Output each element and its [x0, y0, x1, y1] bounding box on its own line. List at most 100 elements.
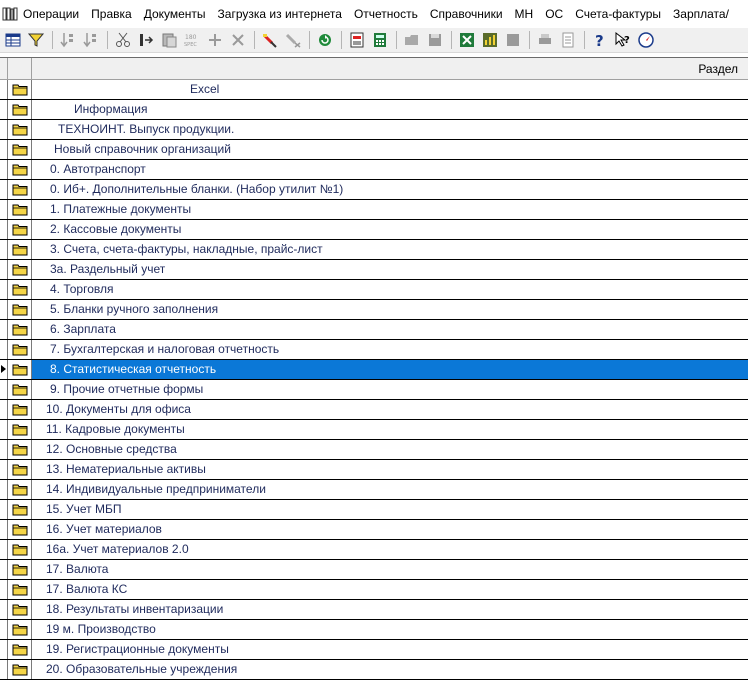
menu-item-0[interactable]: Операции: [20, 0, 85, 28]
section-row[interactable]: 8. Статистическая отчетность: [0, 360, 748, 380]
rotate-180-icon[interactable]: 180 SPEC: [181, 29, 203, 51]
menu-item-2[interactable]: Документы: [138, 0, 212, 28]
section-row[interactable]: 5. Бланки ручного заполнения: [0, 300, 748, 320]
menu-item-1[interactable]: Правка: [85, 0, 138, 28]
chart-icon[interactable]: [479, 29, 501, 51]
section-row[interactable]: 17. Валюта: [0, 560, 748, 580]
print-icon[interactable]: [534, 29, 556, 51]
section-row[interactable]: 0. Автотранспорт: [0, 160, 748, 180]
paste-icon[interactable]: [158, 29, 180, 51]
save-icon[interactable]: [424, 29, 446, 51]
menu-item-8[interactable]: Счета-фактуры: [569, 0, 667, 28]
column-header-section[interactable]: Раздел: [698, 58, 738, 80]
menu-item-5[interactable]: Справочники: [424, 0, 509, 28]
section-row[interactable]: ТЕХНОИНТ. Выпуск продукции.: [0, 120, 748, 140]
row-indicator-cell[interactable]: [0, 260, 8, 279]
section-row[interactable]: Новый справочник организаций: [0, 140, 748, 160]
section-row[interactable]: Excel: [0, 80, 748, 100]
clear-mark-icon[interactable]: [282, 29, 304, 51]
excel-icon[interactable]: [456, 29, 478, 51]
section-label: 6. Зарплата: [50, 322, 116, 336]
section-row[interactable]: 19. Регистрационные документы: [0, 640, 748, 660]
row-indicator-cell[interactable]: [0, 560, 8, 579]
section-label: 13. Нематериальные активы: [46, 462, 206, 476]
section-row[interactable]: 6. Зарплата: [0, 320, 748, 340]
row-indicator-cell[interactable]: [0, 400, 8, 419]
row-indicator-cell[interactable]: [0, 240, 8, 259]
section-row[interactable]: 3. Счета, счета-фактуры, накладные, прай…: [0, 240, 748, 260]
section-row[interactable]: 20. Образовательные учреждения: [0, 660, 748, 680]
row-indicator-cell[interactable]: [0, 480, 8, 499]
row-indicator-cell[interactable]: [0, 140, 8, 159]
section-row[interactable]: 15. Учет МБП: [0, 500, 748, 520]
row-indicator-cell[interactable]: [0, 300, 8, 319]
row-indicator-cell[interactable]: [0, 660, 8, 679]
calculator-icon[interactable]: [369, 29, 391, 51]
filter-icon[interactable]: [25, 29, 47, 51]
archive-icon[interactable]: [502, 29, 524, 51]
help-icon[interactable]: ?: [589, 29, 611, 51]
row-indicator-cell[interactable]: [0, 500, 8, 519]
compass-icon[interactable]: [635, 29, 657, 51]
mark-icon[interactable]: [259, 29, 281, 51]
section-row[interactable]: 18. Результаты инвентаризации: [0, 600, 748, 620]
move-icon[interactable]: [135, 29, 157, 51]
refresh-icon[interactable]: [314, 29, 336, 51]
section-row[interactable]: 9. Прочие отчетные формы: [0, 380, 748, 400]
section-row[interactable]: 7. Бухгалтерская и налоговая отчетность: [0, 340, 748, 360]
section-row[interactable]: 19 м. Производство: [0, 620, 748, 640]
row-indicator-cell[interactable]: [0, 440, 8, 459]
sort-asc-icon[interactable]: [57, 29, 79, 51]
section-row[interactable]: 3а. Раздельный учет: [0, 260, 748, 280]
row-indicator-cell[interactable]: [0, 220, 8, 239]
menu-item-6[interactable]: МН: [509, 0, 540, 28]
row-indicator-cell[interactable]: [0, 540, 8, 559]
section-row[interactable]: 10. Документы для офиса: [0, 400, 748, 420]
row-indicator-cell[interactable]: [0, 100, 8, 119]
row-indicator-cell[interactable]: [0, 460, 8, 479]
add-icon[interactable]: [204, 29, 226, 51]
section-row[interactable]: 12. Основные средства: [0, 440, 748, 460]
row-indicator-cell[interactable]: [0, 340, 8, 359]
section-row[interactable]: 2. Кассовые документы: [0, 220, 748, 240]
open-folder-icon[interactable]: [401, 29, 423, 51]
table-view-icon[interactable]: [2, 29, 24, 51]
section-row[interactable]: 4. Торговля: [0, 280, 748, 300]
row-indicator-cell[interactable]: [0, 600, 8, 619]
section-row[interactable]: 14. Индивидуальные предприниматели: [0, 480, 748, 500]
row-indicator-cell[interactable]: [0, 580, 8, 599]
section-row[interactable]: 1. Платежные документы: [0, 200, 748, 220]
section-row[interactable]: 13. Нематериальные активы: [0, 460, 748, 480]
pdf-doc-icon[interactable]: [346, 29, 368, 51]
sort-desc-icon[interactable]: [80, 29, 102, 51]
delete-icon[interactable]: [227, 29, 249, 51]
menu-item-9[interactable]: Зарплата/: [667, 0, 735, 28]
context-help-icon[interactable]: ?: [612, 29, 634, 51]
row-indicator-cell[interactable]: [0, 640, 8, 659]
menu-item-4[interactable]: Отчетность: [348, 0, 424, 28]
row-pointer-icon[interactable]: [0, 360, 8, 379]
cut-icon[interactable]: [112, 29, 134, 51]
section-row[interactable]: 0. Иб+. Дополнительные бланки. (Набор ут…: [0, 180, 748, 200]
books-icon[interactable]: [0, 0, 20, 28]
menu-item-3[interactable]: Загрузка из интернета: [212, 0, 348, 28]
section-row[interactable]: Информация: [0, 100, 748, 120]
row-indicator-cell[interactable]: [0, 80, 8, 99]
section-row[interactable]: 11. Кадровые документы: [0, 420, 748, 440]
row-indicator-cell[interactable]: [0, 280, 8, 299]
row-indicator-cell[interactable]: [0, 380, 8, 399]
section-row[interactable]: 16а. Учет материалов 2.0: [0, 540, 748, 560]
section-row[interactable]: 16. Учет материалов: [0, 520, 748, 540]
section-label: 11. Кадровые документы: [46, 422, 185, 436]
row-indicator-cell[interactable]: [0, 160, 8, 179]
preview-icon[interactable]: [557, 29, 579, 51]
row-indicator-cell[interactable]: [0, 200, 8, 219]
row-indicator-cell[interactable]: [0, 520, 8, 539]
row-indicator-cell[interactable]: [0, 180, 8, 199]
row-indicator-cell[interactable]: [0, 620, 8, 639]
row-indicator-cell[interactable]: [0, 420, 8, 439]
row-indicator-cell[interactable]: [0, 120, 8, 139]
section-row[interactable]: 17. Валюта КС: [0, 580, 748, 600]
menu-item-7[interactable]: ОС: [539, 0, 569, 28]
row-indicator-cell[interactable]: [0, 320, 8, 339]
